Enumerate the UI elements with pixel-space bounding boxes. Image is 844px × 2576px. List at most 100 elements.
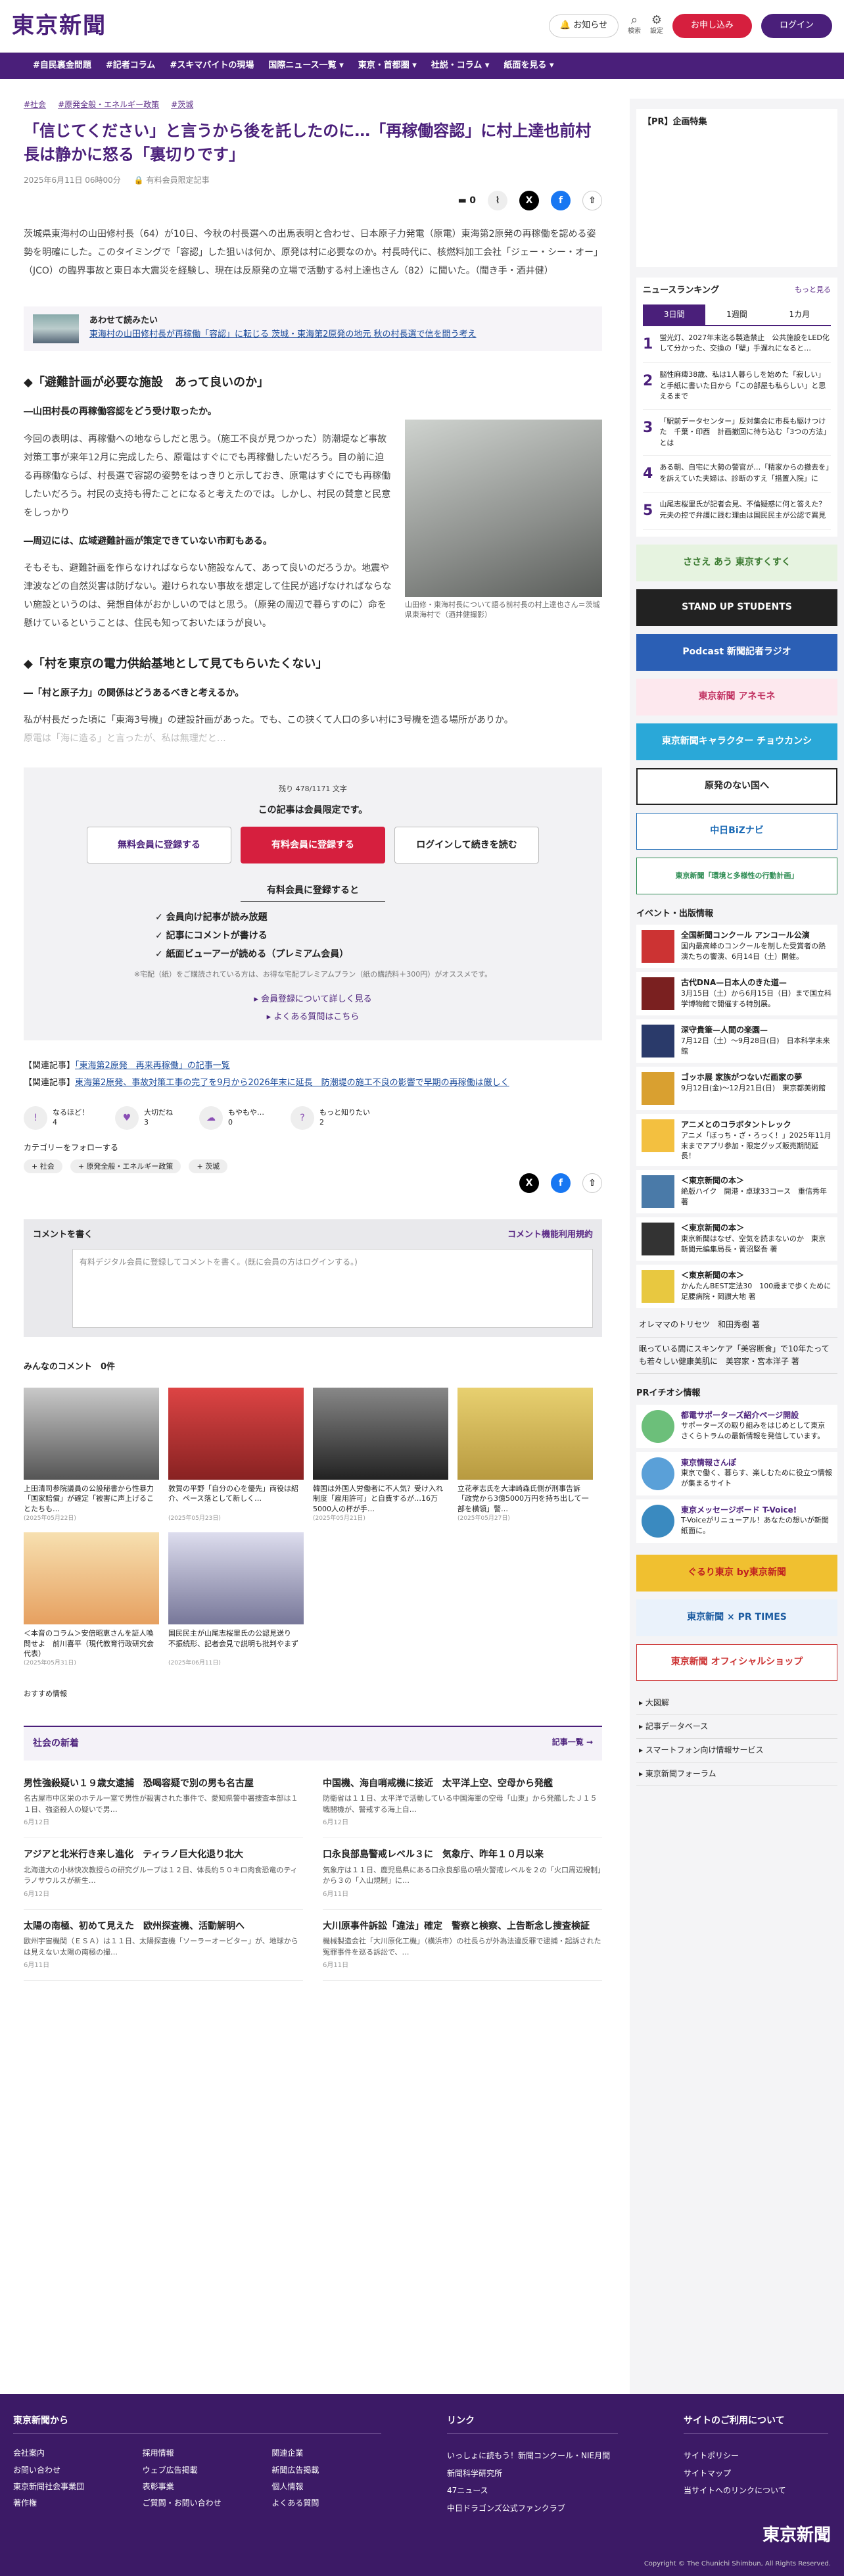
tab-1week[interactable]: 1週間	[705, 304, 768, 325]
news-item[interactable]: アジアと北米行き来し進化 ティラノ巨大化退り北大 北海道大の小林快次教授らの研究グ…	[24, 1838, 303, 1910]
paid-register-button[interactable]: 有料会員に登録する	[241, 827, 385, 864]
side-link[interactable]: ▸ 東京新聞フォーラム	[636, 1762, 837, 1787]
footer-link[interactable]: 採用情報	[143, 2447, 252, 2460]
comment-card[interactable]: 国民民主が山尾志桜里氏の公認見送り 不振続形、記者会見で説明も批判やまず (202…	[168, 1532, 304, 1668]
book-link[interactable]: オレママのトリセツ 和田秀樹 著	[636, 1313, 837, 1338]
footer-link[interactable]: 会社案内	[13, 2447, 123, 2460]
reaction-button[interactable]: ? もっと知りたい 2	[291, 1106, 370, 1130]
pr-item[interactable]: 都電サポーターズ紹介ページ開設 サポーターズの取り組みをはじめとして東京さくらトラ…	[636, 1404, 837, 1448]
reaction-button[interactable]: ! なるほど！ 4	[24, 1106, 89, 1130]
nav-item[interactable]: 東京・首都圏 ▾	[358, 59, 417, 73]
nav-item[interactable]: #スキマバイトの現場	[170, 59, 254, 73]
footer-link[interactable]: 新聞科学研究所	[447, 2465, 618, 2482]
tab-1month[interactable]: 1カ月	[768, 304, 831, 325]
pr-feature-box[interactable]: 【PR】企画特集	[636, 109, 837, 267]
ranking-item[interactable]: 2 脳性麻痺38歳、私は1人暮らしを始めた「寂しい」と手紙に書いた日から「この部屋…	[643, 363, 831, 410]
comment-card[interactable]: 立花孝志氏を大津崎森氏側が刑事告訴「政党から3億5000万円を持ち出して一部を横…	[457, 1388, 593, 1523]
nav-item[interactable]: 社説・コラム ▾	[431, 59, 490, 73]
faq-link[interactable]: ▸ よくある質問はこちら	[50, 1011, 576, 1025]
share-icon[interactable]: ⇧	[582, 1173, 602, 1194]
related-article-link[interactable]: 「東海第2原発 再来再稼働」の記事一覧	[75, 1061, 230, 1071]
ranking-item[interactable]: 5 山尾志桜里氏が記者会見、不倫疑惑に何と答えた？ 元夫の控で弁護に践む理由は国民…	[643, 493, 833, 530]
article-photo[interactable]	[405, 419, 602, 597]
footer-link[interactable]: 表彰事業	[143, 2481, 252, 2493]
login-continue-button[interactable]: ログインして続きを読む	[394, 827, 539, 864]
search-button[interactable]: ⌕ 検索	[628, 14, 641, 37]
footer-link[interactable]: 東京新聞社会事業団	[13, 2481, 123, 2493]
footer-link[interactable]: 関連企業	[271, 2447, 381, 2460]
tag-link[interactable]: #茨城	[171, 99, 193, 111]
follow-chip[interactable]: + 社会	[24, 1159, 62, 1174]
tab-3days[interactable]: 3日間	[643, 304, 706, 325]
comment-card[interactable]: 上田清司参院議員の公設秘書から性暴力「国家賠償」が確定「被害に声上げることたちも…	[24, 1388, 159, 1523]
footer-link[interactable]: 個人情報	[271, 2481, 381, 2493]
footer-link[interactable]: お問い合わせ	[13, 2464, 123, 2477]
event-item[interactable]: ＜東京新聞の本＞ 東京新聞はなぜ、空気を読まないのか 東京新聞元編集局長・菅沼堅吾…	[636, 1217, 837, 1261]
footer-link[interactable]: 新聞広告掲載	[271, 2464, 381, 2477]
side-link[interactable]: ▸ 記事データベース	[636, 1715, 837, 1739]
settings-button[interactable]: ⚙ 設定	[650, 14, 663, 37]
share-icon[interactable]: ⇧	[582, 191, 602, 211]
event-item[interactable]: ゴッホ展 家族がつないだ画家の夢 9月12日(金)〜12月21日(日) 東京都美術…	[636, 1067, 837, 1111]
banner-anemone[interactable]: 東京新聞 アネモネ	[636, 678, 837, 716]
news-item[interactable]: 中国機、海自哨戒機に接近 太平洋上空、空母から発艦 防衛省は１１日、太平洋で活動し…	[323, 1767, 602, 1839]
book-link[interactable]: 眠っている間にスキンケア「美容断食」で10年たっても若々しい健康美肌に 美容家・…	[636, 1338, 837, 1374]
nav-item[interactable]: 紙面を見る ▾	[504, 59, 553, 73]
tag-link[interactable]: #原発全般・エネルギー政策	[58, 99, 159, 111]
footer-link[interactable]: 中日ドラゴンズ公式ファンクラブ	[447, 2500, 618, 2517]
footer-link[interactable]: よくある質問	[271, 2497, 381, 2510]
banner-chokanshi[interactable]: 東京新聞キャラクター チョウカンシ	[636, 723, 837, 760]
comment-policy-link[interactable]: コメント機能利用規約	[507, 1228, 593, 1242]
nav-item[interactable]: #記者コラム	[106, 59, 156, 73]
banner-biz-navi[interactable]: 中日BiZナビ	[636, 812, 837, 850]
reaction-button[interactable]: ☁ もやもや… 0	[199, 1106, 264, 1130]
subscribe-button[interactable]: お申し込み	[672, 14, 752, 38]
nav-item[interactable]: #自民裏金問題	[33, 59, 91, 73]
ranking-more-link[interactable]: もっと見る	[795, 284, 831, 298]
related-box[interactable]: あわせて読みたい 東海村の山田修村長が再稼働「容認」に転じる 茨城・東海第2原発…	[24, 306, 602, 352]
event-item[interactable]: ＜東京新聞の本＞ 絶版ハイク 開港・卓球33コース 重信秀年 著	[636, 1170, 837, 1214]
side-link[interactable]: ▸ 大図解	[636, 1691, 837, 1715]
nav-item[interactable]: 国際ニュース一覧 ▾	[268, 59, 343, 73]
follow-chip[interactable]: + 原発全般・エネルギー政策	[70, 1159, 181, 1174]
reaction-button[interactable]: ♥ 大切だね 3	[115, 1106, 173, 1130]
facebook-share-icon[interactable]: f	[551, 191, 571, 211]
banner-prtimes[interactable]: 東京新聞 × PR TIMES	[636, 1599, 837, 1636]
facebook-share-icon[interactable]: f	[551, 1173, 571, 1194]
banner-shop[interactable]: 東京新聞 オフィシャルショップ	[636, 1643, 837, 1681]
event-item[interactable]: 全国新聞コンクール アンコール公演 国内最高峰のコンクールを制した受賞者の熱演たち…	[636, 925, 837, 969]
event-item[interactable]: 深守貴筆—人間の楽園— 7月12日（土）〜9月28日(日) 日本科学未来館	[636, 1019, 837, 1063]
related-link[interactable]: 東海村の山田修村長が再稼働「容認」に転じる 茨城・東海第2原発の地元 秋の村長選…	[89, 328, 477, 342]
news-item[interactable]: 大川原事件訴訟「違法」確定 警察と検察、上告断念し捜査検証 機械製造会社「大川原化…	[323, 1910, 602, 1981]
related-article-link[interactable]: 東海第2原発、事故対策工事の完了を9月から2026年末に延長 防潮堤の施工不良の…	[75, 1078, 509, 1088]
footer-link[interactable]: 著作権	[13, 2497, 123, 2510]
pr-item[interactable]: 東京情報さんぽ 東京で働く、暮らす、楽しむために役立つ情報が集まるサイト	[636, 1451, 837, 1495]
ranking-item[interactable]: 4 ある朝、自宅に大勢の警官が…「精家からの撤去を」を訴えていた夫婦は、診断のすえ…	[643, 456, 831, 493]
membership-info-link[interactable]: ▸ 会員登録について詳しく見る	[50, 993, 576, 1007]
footer-link[interactable]: サイトポリシー	[684, 2447, 828, 2464]
comment-card[interactable]: ＜本音のコラム＞安倍昭恵さんを証人喚問せよ 前川喜平（現代教育行政研究会代表）(…	[24, 1532, 159, 1668]
footer-link[interactable]: 当サイトへのリンクについて	[684, 2482, 828, 2499]
follow-chip[interactable]: + 茨城	[189, 1159, 228, 1174]
event-item[interactable]: アニメとのコラボタントレック アニメ「ぼっち・ざ・ろっく！」2025年11月末まで…	[636, 1114, 837, 1167]
footer-link[interactable]: ウェブ広告掲載	[143, 2464, 252, 2477]
x-share-icon[interactable]: X	[519, 1173, 539, 1194]
event-item[interactable]: ＜東京新聞の本＞ かんたんBEST定法30 100歳まで歩くために 足腰病院・岡讃…	[636, 1265, 838, 1309]
footer-link[interactable]: ご質問・お問い合わせ	[143, 2497, 252, 2510]
comment-input[interactable]: 有料デジタル会員に登録してコメントを書く。(既に会員の方はログインする。)	[72, 1249, 593, 1328]
society-more-link[interactable]: 記事一覧 →	[552, 1736, 593, 1751]
clip-icon[interactable]: ⌇	[488, 191, 507, 211]
login-button[interactable]: ログイン	[761, 14, 832, 38]
news-item[interactable]: 太陽の南極、初めて見えた 欧州探査機、活動解明へ 欧州宇宙機関（ＥＳＡ）は１１日、…	[24, 1910, 303, 1981]
pr-item[interactable]: 東京メッセージボード T-Voice! T-Voiceがリニューアル！あなたの想い…	[636, 1499, 837, 1543]
footer-link[interactable]: 47ニュース	[447, 2482, 618, 2499]
x-share-icon[interactable]: X	[519, 191, 539, 211]
footer-link[interactable]: サイトマップ	[684, 2465, 828, 2482]
comment-count[interactable]: ▬ 0	[458, 193, 476, 208]
banner-stand-up[interactable]: STAND UP STUDENTS	[636, 589, 837, 626]
tag-link[interactable]: #社会	[24, 99, 46, 111]
free-register-button[interactable]: 無料会員に登録する	[87, 827, 231, 864]
banner-no-nuclear[interactable]: 原発のない国へ	[636, 767, 837, 805]
event-item[interactable]: 古代DNA—日本人のきた道— 3月15日（土）から6月15日（日）まで国立科学博物…	[636, 972, 837, 1016]
notice-button[interactable]: 🔔 お知らせ	[548, 14, 619, 37]
